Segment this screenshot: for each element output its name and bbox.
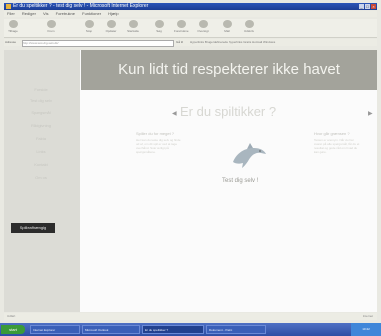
system-tray-clock: 10:42 <box>351 323 381 336</box>
desktop-screen: Er du speltikker ? - test dig selv ! - M… <box>0 0 381 336</box>
home-icon <box>128 20 138 28</box>
taskbar-item-ie[interactable]: Internet Explorer <box>30 325 80 334</box>
dolphin-logo-icon[interactable] <box>230 140 268 172</box>
page-question: Er du spiltikker ? <box>180 104 277 119</box>
taskbar-item-browser[interactable]: Er du speltikker ? <box>142 325 204 334</box>
left-column-text: Her kan du teste dig selv og finde ud af… <box>136 138 181 154</box>
status-text: Udført <box>7 314 16 318</box>
favorites-icon <box>176 20 186 28</box>
address-bar: Adresse http://www.test-dig-selv.dk/ Gå … <box>4 39 377 47</box>
nav-item-links[interactable]: Links <box>8 148 74 155</box>
menu-file[interactable]: Filer <box>7 11 15 16</box>
window-controls: _ □ × <box>359 4 376 9</box>
arrow-right-icon: ▶ <box>368 111 373 117</box>
address-input[interactable]: http://www.test-dig-selv.dk/ <box>22 40 174 47</box>
search-icon <box>154 20 164 28</box>
favorites-button[interactable]: Foretrukne <box>174 20 189 33</box>
status-bar: Udført Internet <box>4 313 377 320</box>
back-icon <box>8 20 18 28</box>
security-zone: Internet <box>362 314 373 318</box>
menu-edit[interactable]: Rediger <box>22 11 36 16</box>
nav-item-facts[interactable]: Fakta <box>8 135 74 142</box>
links-bar[interactable]: Hyperlinks Brugerdefinerede hyperlinks G… <box>190 39 275 46</box>
refresh-icon <box>106 20 116 28</box>
menu-favorites[interactable]: Foretrukne <box>56 11 75 16</box>
mail-button[interactable]: Mail <box>220 20 234 33</box>
arrow-left-icon: ◀ <box>172 111 177 117</box>
taskbar: start Internet Explorer Microsoft Outloo… <box>0 323 381 336</box>
right-text-column: Hvor går grænsen ? Testen er anonym. Når… <box>314 131 362 155</box>
taskbar-item-outlook[interactable]: Microsoft Outlook <box>82 325 140 334</box>
refresh-button[interactable]: Opdater <box>104 20 118 33</box>
history-icon <box>198 20 208 28</box>
menu-help[interactable]: Hjælp <box>108 11 118 16</box>
print-icon <box>244 20 254 28</box>
search-button[interactable]: Søg <box>152 20 166 33</box>
stop-icon <box>84 20 94 28</box>
gambling-addiction-button[interactable]: Spilleafhængig <box>11 223 55 233</box>
window-titlebar: Er du speltikker ? - test dig selv ! - M… <box>4 3 377 10</box>
start-button[interactable]: start <box>1 325 25 334</box>
history-button[interactable]: Oversigt <box>196 20 210 33</box>
address-label: Adresse <box>5 40 17 44</box>
nav-item-about[interactable]: Om os <box>8 174 74 181</box>
print-button[interactable]: Udskriv <box>242 20 256 33</box>
left-text-column: Spiller du for meget ? Her kan du teste … <box>136 131 184 155</box>
back-button[interactable]: Tilbage <box>6 20 20 33</box>
page-content: Forside Test dig selv Spørgsmål Rådgivni… <box>4 50 377 312</box>
forward-button[interactable]: Frem <box>44 20 58 33</box>
menu-tools[interactable]: Funktioner <box>82 11 101 16</box>
nav-item-advice[interactable]: Rådgivning <box>8 122 74 129</box>
nav-item-contact[interactable]: Kontakt <box>8 161 74 168</box>
close-button[interactable]: × <box>371 4 376 9</box>
go-button[interactable]: Gå til <box>176 39 183 46</box>
window-title: Er du speltikker ? - test dig selv ! - M… <box>13 3 149 9</box>
page-banner: Kun lidt tid respekterer ikke havet <box>81 50 377 90</box>
minimize-button[interactable]: _ <box>359 4 364 9</box>
nav-item-test[interactable]: Test dig selv <box>8 97 74 104</box>
home-button[interactable]: Startside <box>126 20 140 33</box>
nav-item-forside[interactable]: Forside <box>8 86 74 93</box>
left-column-heading: Spiller du for meget ? <box>136 131 175 136</box>
menu-bar: Filer Rediger Vis Foretrukne Funktioner … <box>4 11 377 17</box>
right-column-text: Testen er anonym. Når du har svaret på a… <box>314 138 360 154</box>
browser-toolbar: Tilbage Frem Stop Opdater Startside Søg … <box>4 19 377 38</box>
test-yourself-link[interactable]: Test dig selv ! <box>222 178 258 184</box>
ie-icon <box>6 4 11 9</box>
forward-icon <box>46 20 56 28</box>
maximize-button[interactable]: □ <box>365 4 370 9</box>
mail-icon <box>222 20 232 28</box>
taskbar-item-paint[interactable]: Dokument - Paint <box>206 325 266 334</box>
left-navigation: Forside Test dig selv Spørgsmål Rådgivni… <box>4 50 80 312</box>
nav-item-questions[interactable]: Spørgsmål <box>8 109 74 116</box>
stop-button[interactable]: Stop <box>82 20 96 33</box>
right-column-heading: Hvor går grænsen ? <box>314 131 350 136</box>
menu-view[interactable]: Vis <box>43 11 48 16</box>
